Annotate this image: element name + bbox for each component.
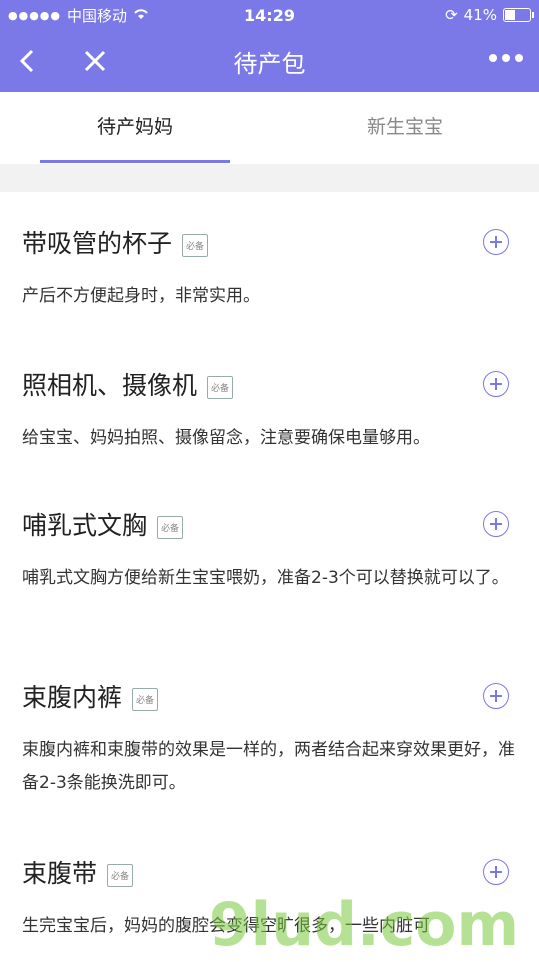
required-badge: 必备 <box>182 233 209 257</box>
battery-percent: 41% <box>463 6 497 24</box>
item-desc: 给宝宝、妈妈拍照、摄像留念，注意要确保电量够用。 <box>22 428 430 448</box>
required-badge: 必备 <box>207 375 234 399</box>
tab-mom[interactable]: 待产妈妈 <box>0 112 270 139</box>
item-title: 束腹带 <box>22 859 98 888</box>
page-title: 待产包 <box>233 50 306 78</box>
item-list: 带吸管的杯子 必备 产后不方便起身时，非常实用。 照相机、摄像机 必备 给宝宝、… <box>0 192 539 962</box>
status-bar: ●●●●● 中国移动 14:29 ⟳ 41% <box>0 0 539 30</box>
required-badge: 必备 <box>132 687 159 711</box>
navbar: 待产包 <box>0 30 539 92</box>
battery-icon <box>503 8 534 22</box>
item-desc: 束腹内裤和束腹带的效果是一样的，两者结合起来穿效果更好，准备2-3条能换洗即可。 <box>22 740 515 793</box>
item-desc: 产后不方便起身时，非常实用。 <box>22 286 260 306</box>
add-icon[interactable] <box>483 229 509 255</box>
required-badge: 必备 <box>107 863 134 887</box>
item-title: 束腹内裤 <box>22 683 123 712</box>
item-title: 带吸管的杯子 <box>22 229 173 258</box>
rotation-lock-icon: ⟳ <box>445 6 458 24</box>
tab-baby[interactable]: 新生宝宝 <box>270 112 539 139</box>
section-divider <box>0 164 539 192</box>
item-title: 照相机、摄像机 <box>22 371 198 400</box>
list-item: 束腹内裤 必备 束腹内裤和束腹带的效果是一样的，两者结合起来穿效果更好，准备2-… <box>0 646 539 822</box>
item-title: 哺乳式文胸 <box>22 511 148 540</box>
tab-indicator <box>40 160 230 163</box>
list-item: 哺乳式文胸 必备 哺乳式文胸方便给新生宝宝喂奶，准备2-3个可以替换就可以了。 <box>0 474 539 646</box>
add-icon[interactable] <box>483 511 509 537</box>
watermark: 9lud.com <box>208 890 519 960</box>
list-item: 照相机、摄像机 必备 给宝宝、妈妈拍照、摄像留念，注意要确保电量够用。 <box>0 334 539 474</box>
item-desc: 哺乳式文胸方便给新生宝宝喂奶，准备2-3个可以替换就可以了。 <box>22 568 509 588</box>
tab-bar: 待产妈妈 新生宝宝 <box>0 92 539 164</box>
add-icon[interactable] <box>483 683 509 709</box>
more-icon[interactable] <box>489 54 523 62</box>
add-icon[interactable] <box>483 859 509 885</box>
add-icon[interactable] <box>483 371 509 397</box>
required-badge: 必备 <box>157 515 184 539</box>
list-item: 带吸管的杯子 必备 产后不方便起身时，非常实用。 <box>0 192 539 334</box>
